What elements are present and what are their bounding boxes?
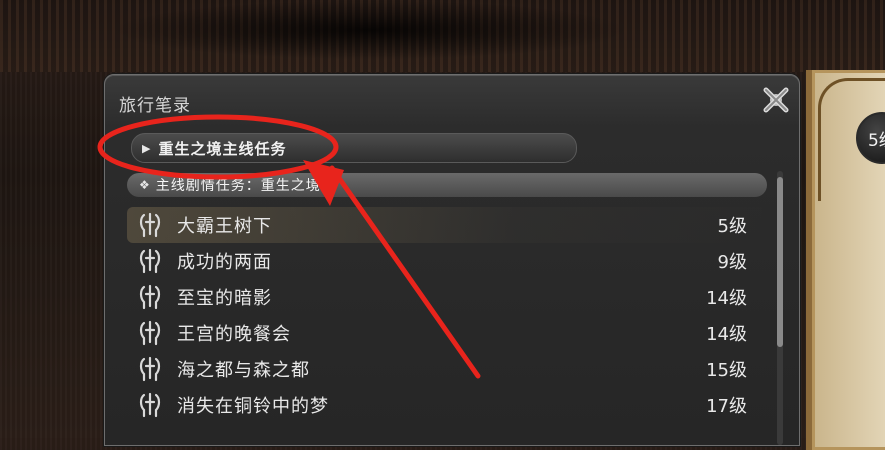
- quest-name: 消失在铜铃中的梦: [177, 396, 329, 417]
- quest-row[interactable]: 至宝的暗影 14级: [127, 279, 773, 315]
- quest-level: 15级: [706, 360, 747, 381]
- quest-level: 14级: [706, 288, 747, 309]
- category-header[interactable]: ▶ 重生之境主线任务: [131, 133, 577, 163]
- quest-name: 成功的两面: [177, 252, 272, 273]
- close-x-icon: [763, 87, 789, 113]
- scrollbar[interactable]: [777, 171, 783, 445]
- diamond-cluster-icon: ❖: [139, 178, 150, 192]
- quest-row[interactable]: 海之都与森之都 15级: [127, 351, 773, 387]
- main-scenario-quest-icon: [137, 284, 163, 310]
- section-label: 主线剧情任务：重生之境: [155, 178, 321, 194]
- level-badge-text: 5级: [868, 130, 885, 151]
- main-scenario-quest-icon: [137, 248, 163, 274]
- quest-name: 海之都与森之都: [177, 360, 310, 381]
- quest-row[interactable]: 王宫的晚餐会 14级: [127, 315, 773, 351]
- quest-name: 至宝的暗影: [177, 288, 272, 309]
- background-shadow: [110, 0, 630, 60]
- quest-name: 大霸王树下: [177, 216, 272, 237]
- quest-list: 大霸王树下 5级 成功的两面 9级 至宝的暗影 14级 王宫的晚餐会 14级 海…: [127, 207, 773, 423]
- wooden-background: [0, 0, 885, 72]
- main-scenario-quest-icon: [137, 212, 163, 238]
- main-scenario-quest-icon: [137, 320, 163, 346]
- scrollbar-thumb[interactable]: [777, 177, 783, 347]
- quest-level: 14级: [706, 324, 747, 345]
- quest-row[interactable]: 大霸王树下 5级: [127, 207, 773, 243]
- quest-level: 17级: [706, 396, 747, 417]
- window-title: 旅行笔录: [119, 96, 191, 116]
- quest-row[interactable]: 消失在铜铃中的梦 17级: [127, 387, 773, 423]
- main-scenario-quest-icon: [137, 356, 163, 382]
- journal-window: 旅行笔录 ▶ 重生之境主线任务 ❖ 主线剧情任务：重生之境 大霸王树下 5级 成…: [104, 74, 800, 446]
- quest-row[interactable]: 成功的两面 9级: [127, 243, 773, 279]
- quest-level: 9级: [717, 252, 747, 273]
- main-scenario-quest-icon: [137, 392, 163, 418]
- side-parchment-panel: 5级: [806, 70, 885, 450]
- close-button[interactable]: [761, 85, 791, 115]
- section-header[interactable]: ❖ 主线剧情任务：重生之境: [127, 173, 767, 197]
- quest-level: 5级: [717, 216, 747, 237]
- triangle-right-icon: ▶: [142, 141, 151, 155]
- quest-name: 王宫的晚餐会: [177, 324, 291, 345]
- category-label: 重生之境主线任务: [158, 139, 287, 158]
